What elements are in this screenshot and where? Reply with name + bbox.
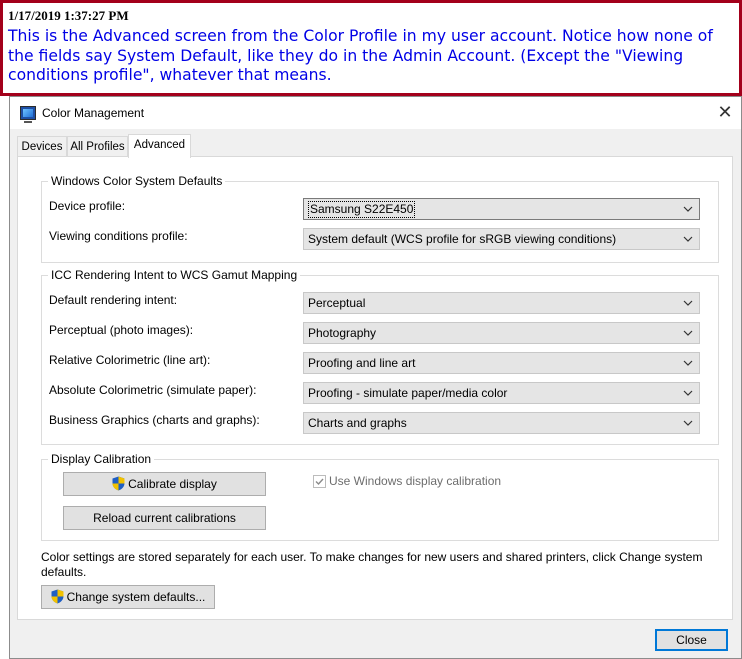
chevron-down-icon [683,206,693,212]
color-management-window: Color Management ✕ Devices All Profiles … [9,96,742,659]
default-rendering-intent-value: Perceptual [308,296,366,310]
reload-calibrations-button[interactable]: Reload current calibrations [63,506,266,530]
chevron-down-icon [683,330,693,336]
window-title: Color Management [42,106,145,120]
viewing-conditions-select[interactable]: System default (WCS profile for sRGB vie… [303,228,700,250]
perceptual-select[interactable]: Photography [303,322,700,344]
device-profile-label: Device profile: [49,199,126,213]
device-profile-select[interactable]: Samsung S22E450 [303,198,700,220]
business-graphics-value: Charts and graphs [308,416,407,430]
viewing-conditions-label: Viewing conditions profile: [49,229,188,243]
wcs-defaults-group: Windows Color System Defaults [41,174,719,263]
default-rendering-intent-select[interactable]: Perceptual [303,292,700,314]
icc-mapping-heading: ICC Rendering Intent to WCS Gamut Mappin… [48,268,301,282]
chevron-down-icon [683,360,693,366]
change-system-defaults-label: Change system defaults... [66,590,206,604]
default-rendering-intent-label: Default rendering intent: [49,293,178,307]
device-profile-value: Samsung S22E450 [308,201,416,218]
perceptual-value: Photography [308,326,377,340]
absolute-colorimetric-select[interactable]: Proofing - simulate paper/media color [303,382,700,404]
absolute-colorimetric-label: Absolute Colorimetric (simulate paper): [49,383,257,397]
advanced-tab-panel: Windows Color System Defaults Device pro… [17,156,733,620]
display-calibration-heading: Display Calibration [48,452,155,466]
chevron-down-icon [683,420,693,426]
chevron-down-icon [683,300,693,306]
viewing-conditions-value: System default (WCS profile for sRGB vie… [308,232,617,246]
title-bar: Color Management ✕ [10,97,741,129]
chevron-down-icon [683,236,693,242]
color-management-monitor-icon [20,106,36,123]
uac-shield-icon [51,589,64,604]
uac-shield-icon [112,476,125,491]
absolute-colorimetric-value: Proofing - simulate paper/media color [308,386,508,400]
relative-colorimetric-value: Proofing and line art [308,356,416,370]
wcs-defaults-heading: Windows Color System Defaults [48,174,226,188]
relative-colorimetric-select[interactable]: Proofing and line art [303,352,700,374]
change-system-defaults-button[interactable]: Change system defaults... [41,585,215,609]
use-windows-calibration-checkbox[interactable] [313,475,326,488]
calibrate-display-button[interactable]: Calibrate display [63,472,266,496]
info-text: Color settings are stored separately for… [41,550,703,579]
chevron-down-icon [683,390,693,396]
tab-devices[interactable]: Devices [17,136,67,158]
business-graphics-label: Business Graphics (charts and graphs): [49,413,260,427]
relative-colorimetric-label: Relative Colorimetric (line art): [49,353,211,367]
use-windows-calibration-label: Use Windows display calibration [329,474,502,488]
perceptual-label: Perceptual (photo images): [49,323,194,337]
close-window-button[interactable]: ✕ [709,97,741,129]
checkmark-icon [315,478,324,486]
business-graphics-select[interactable]: Charts and graphs [303,412,700,434]
tab-advanced[interactable]: Advanced [128,134,191,158]
annotation-timestamp: 1/17/2019 1:37:27 PM [8,8,129,23]
annotation-text: This is the Advanced screen from the Col… [8,27,713,84]
tab-all-profiles[interactable]: All Profiles [67,136,128,158]
annotation-box: 1/17/2019 1:37:27 PM This is the Advance… [0,0,742,96]
close-button[interactable]: Close [655,629,728,651]
calibrate-display-label: Calibrate display [128,477,217,491]
